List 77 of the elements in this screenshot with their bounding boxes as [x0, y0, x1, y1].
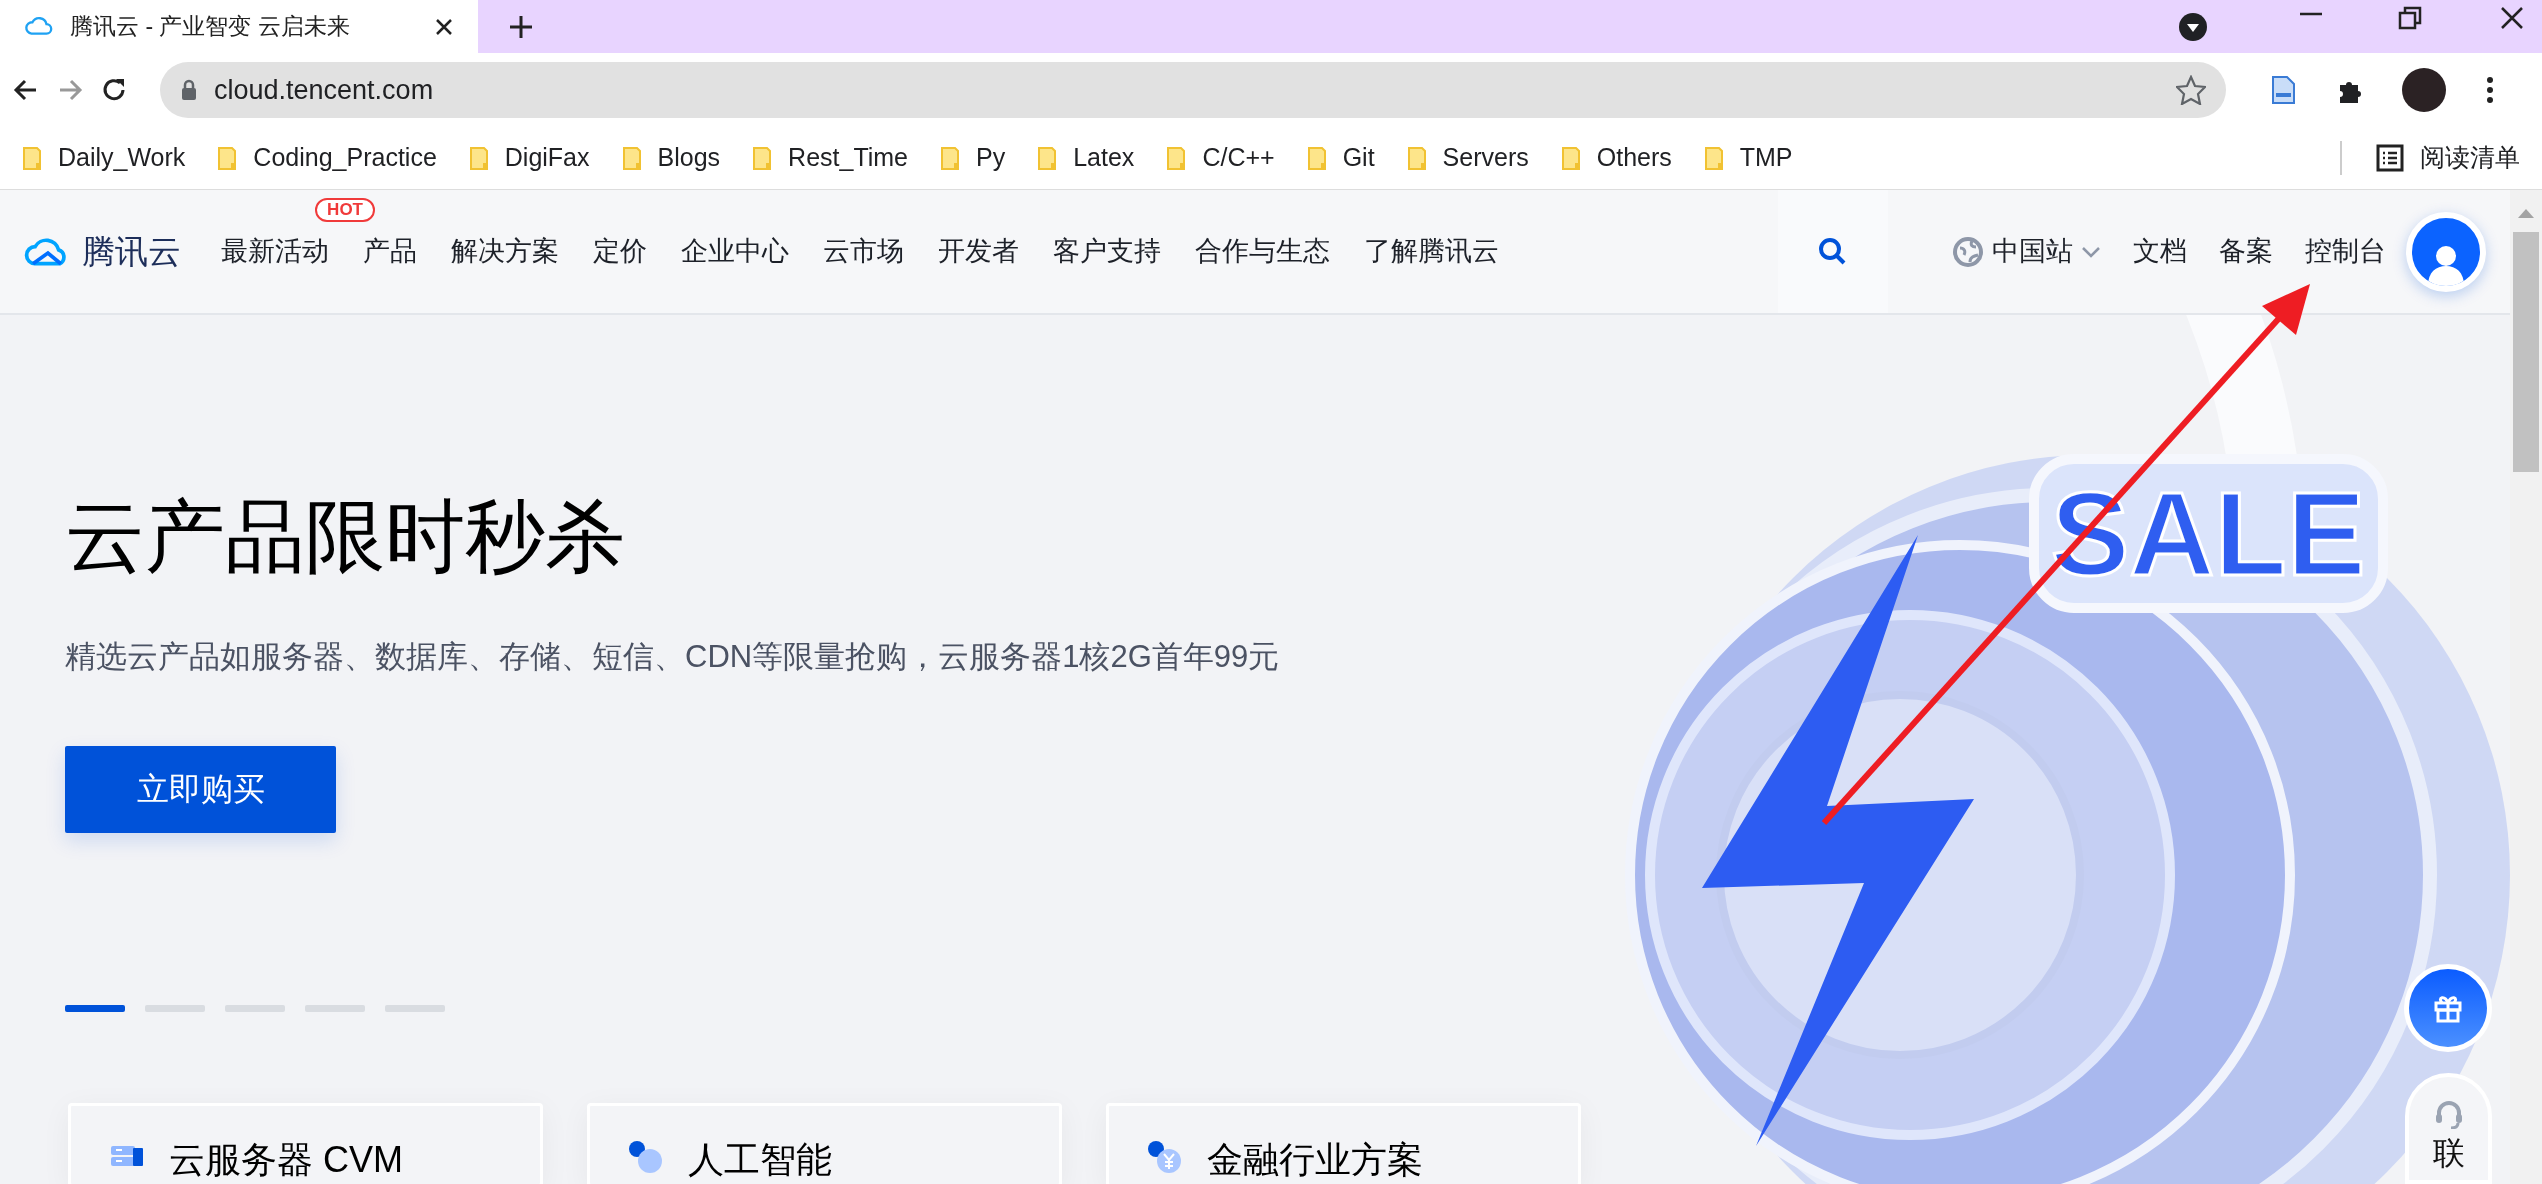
contact-label: 联: [2432, 1135, 2465, 1171]
tab-title: 腾讯云 - 产业智变 云启未来: [70, 12, 351, 42]
close-icon[interactable]: [434, 16, 454, 37]
folder-icon: [1166, 145, 1187, 171]
user-avatar[interactable]: [2406, 211, 2486, 292]
folder-icon: [621, 145, 642, 171]
region-selector[interactable]: 中国站: [1952, 231, 2101, 272]
nav-link[interactable]: 解决方案: [451, 231, 559, 272]
gift-icon: [2433, 993, 2463, 1023]
bookmark-item[interactable]: Latex: [1025, 135, 1147, 181]
bookmark-item[interactable]: Daily_Work: [10, 135, 198, 181]
nav-link[interactable]: 合作与生态: [1195, 231, 1330, 272]
folder-icon: [940, 145, 960, 171]
hero-title: 云产品限时秒杀: [65, 491, 625, 583]
lock-icon: [180, 79, 198, 101]
nav-link[interactable]: 最新活动: [221, 231, 329, 272]
nav-link[interactable]: 定价: [593, 231, 647, 272]
nav-link[interactable]: 客户支持: [1053, 231, 1161, 272]
folder-icon: [1703, 145, 1724, 171]
nav-link[interactable]: 企业中心: [681, 231, 789, 272]
site-logo[interactable]: 腾讯云: [24, 226, 181, 277]
search-icon[interactable]: [1818, 236, 1848, 267]
bookmark-item[interactable]: Rest_Time: [740, 135, 920, 181]
folder-icon: [217, 145, 238, 171]
browser-tab[interactable]: 腾讯云 - 产业智变 云启未来: [0, 0, 478, 53]
contact-button[interactable]: 联: [2405, 1073, 2492, 1184]
scrollbar-thumb[interactable]: [2513, 232, 2539, 472]
buy-now-button[interactable]: 立即购买: [65, 745, 336, 833]
document-icon[interactable]: [2270, 75, 2296, 105]
globe-icon: [1952, 235, 1984, 268]
profile-avatar[interactable]: [2402, 68, 2446, 112]
list-icon: [2376, 144, 2404, 172]
bookmark-item[interactable]: C/C++: [1154, 135, 1287, 181]
folder-icon: [1406, 145, 1427, 171]
bookmark-item[interactable]: Others: [1548, 135, 1684, 181]
card-title: 云服务器 CVM: [169, 1139, 403, 1180]
folder-icon: [1560, 145, 1581, 171]
hero-subtitle: 精选云产品如服务器、数据库、存储、短信、CDN等限量抢购，云服务器1核2G首年99元: [65, 638, 1281, 676]
folder-icon: [752, 145, 773, 171]
reading-list-button[interactable]: 阅读清单: [2364, 135, 2532, 181]
slide-indicator[interactable]: [65, 1004, 125, 1012]
nav-link[interactable]: 云市场: [823, 231, 904, 272]
bookmark-item[interactable]: Blogs: [609, 135, 733, 181]
bookmark-item[interactable]: Coding_Practice: [205, 135, 449, 181]
coin-icon: [1147, 1139, 1183, 1174]
card-title: 人工智能: [688, 1139, 832, 1180]
card-title: 金融行业方案: [1207, 1139, 1423, 1180]
bookmark-item[interactable]: Servers: [1394, 135, 1541, 181]
hot-tag: HOT: [315, 198, 375, 223]
headset-icon: [2433, 1099, 2464, 1129]
bookmark-item[interactable]: TMP: [1691, 135, 1805, 181]
product-card[interactable]: 金融行业方案: [1106, 1102, 1581, 1184]
bookmark-item[interactable]: Py: [928, 135, 1018, 181]
close-window-icon[interactable]: [2500, 6, 2524, 30]
nav-link[interactable]: 产品: [363, 231, 417, 272]
chevron-down-icon: [2081, 244, 2101, 259]
bookmark-item[interactable]: Git: [1294, 135, 1387, 181]
product-card[interactable]: 云服务器 CVM: [68, 1102, 543, 1184]
nav-link[interactable]: 开发者: [938, 231, 1019, 272]
nav-link[interactable]: 文档: [2133, 231, 2187, 272]
bookmark-item[interactable]: DigiFax: [456, 135, 602, 181]
star-icon[interactable]: [2176, 75, 2206, 105]
folder-icon: [468, 145, 489, 171]
nav-link[interactable]: 控制台: [2305, 231, 2386, 272]
more-menu-icon[interactable]: [2486, 76, 2494, 104]
nav-link[interactable]: 备案: [2219, 231, 2273, 272]
folder-icon: [1037, 145, 1058, 171]
folder-icon: [1306, 145, 1327, 171]
folder-icon: [22, 145, 42, 171]
logo-text: 腾讯云: [82, 231, 181, 272]
address-bar[interactable]: cloud.tencent.com: [160, 62, 2226, 118]
new-tab-icon[interactable]: [508, 14, 534, 40]
url-text: cloud.tencent.com: [214, 73, 435, 107]
restore-icon[interactable]: [2398, 6, 2422, 30]
dropdown-icon[interactable]: [2178, 12, 2208, 42]
product-card[interactable]: 人工智能: [587, 1102, 1062, 1184]
nav-link[interactable]: 了解腾讯云: [1364, 231, 1499, 272]
